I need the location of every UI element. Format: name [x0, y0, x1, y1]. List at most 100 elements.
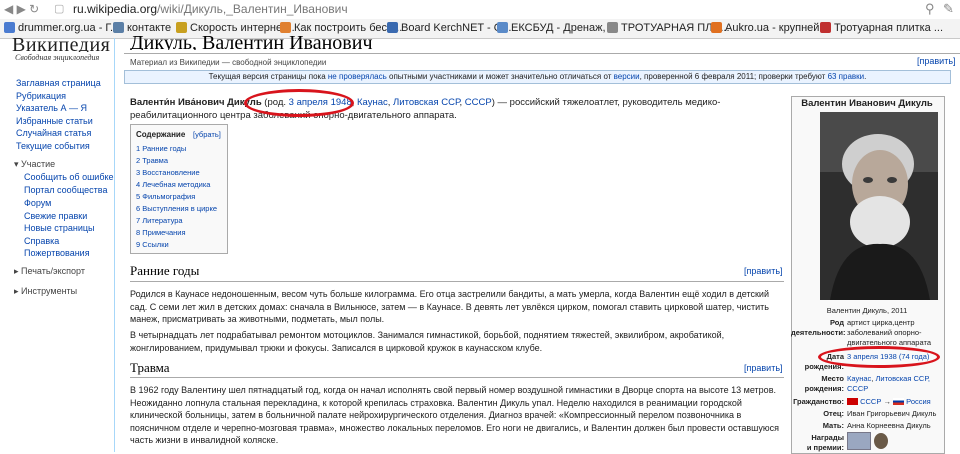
sidebar-item-random[interactable]: Случайная статья — [16, 128, 91, 138]
edit-link[interactable]: [править] — [917, 56, 956, 66]
citizenship-value: СССР → Россия — [847, 397, 931, 406]
sidebar-item-community-portal[interactable]: Портал сообщества — [24, 185, 107, 195]
citizenship-ussr-link[interactable]: СССР — [860, 397, 881, 406]
sidebar-section-tools[interactable]: ▸ Инструменты — [14, 286, 77, 297]
url-text[interactable]: ru.wikipedia.org/wiki/Дикуль,_Валентин_И… — [73, 2, 348, 16]
sidebar-item-help[interactable]: Справка — [24, 236, 59, 246]
sidebar-item-categories[interactable]: Рубрикация — [16, 91, 66, 101]
birthplace-republic-link[interactable]: Литовская ССР, — [875, 374, 930, 383]
awards-label-2: и премии: — [806, 443, 844, 452]
toc-item[interactable]: 8 Примечания — [136, 228, 186, 237]
toc-title: Содержание — [136, 130, 186, 139]
sidebar-item-current-events[interactable]: Текущие события — [16, 141, 90, 151]
occupation-label-2: деятельности: — [791, 328, 846, 337]
section-edit-link[interactable]: [править] — [744, 363, 783, 373]
birthplace-label: Место — [821, 374, 844, 383]
occupation-value: заболеваний опорно- — [847, 328, 922, 337]
section-divider — [130, 377, 784, 378]
ussr-flag-icon — [847, 398, 858, 405]
award-medal-icon[interactable] — [874, 433, 888, 449]
birthplace-label-2: рождения: — [804, 384, 844, 393]
awards-label: Награды — [811, 433, 844, 442]
sidebar-section-participation[interactable]: ▾ Участие — [14, 159, 55, 170]
favicon-icon — [820, 22, 831, 33]
bookmark-item[interactable]: Скорость интернет... — [176, 22, 295, 34]
pending-edits-link[interactable]: 63 правки — [828, 72, 865, 81]
title-divider — [124, 53, 960, 54]
version-link[interactable]: версии — [614, 72, 640, 81]
favicon-icon — [711, 22, 722, 33]
country-link[interactable]: СССР — [465, 97, 492, 108]
sidebar-item-recent-changes[interactable]: Свежие правки — [24, 211, 87, 221]
site-sub: Материал из Википедии — свободной энцикл… — [130, 58, 327, 67]
portrait-photo[interactable] — [820, 112, 938, 300]
favicon-icon — [387, 22, 398, 33]
infobox-title: Валентин Иванович Дикуль — [801, 98, 933, 109]
annotation-ellipse — [244, 89, 354, 117]
search-icon[interactable]: ⚲ — [925, 1, 935, 17]
bookmark-item[interactable]: Board KerchNET - О... — [387, 22, 511, 34]
favicon-icon — [497, 22, 508, 33]
portrait-image — [820, 112, 938, 300]
favicon-icon — [4, 22, 15, 33]
award-ribbon-icon[interactable] — [847, 432, 871, 450]
sidebar-item-new-pages[interactable]: Новые страницы — [24, 223, 95, 233]
sidebar-item-main-page[interactable]: Заглавная страница — [16, 78, 101, 88]
toc-item[interactable]: 5 Фильмография — [136, 192, 195, 201]
mother-label: Мать: — [822, 421, 844, 430]
birthplace-city-link[interactable]: Каунас — [847, 374, 871, 383]
triangle-right-icon: ▸ — [14, 286, 22, 296]
sidebar-item-report-error[interactable]: Сообщить об ошибке — [24, 172, 114, 182]
citizenship-russia-link[interactable]: Россия — [906, 397, 931, 406]
url-path: /wiki/Дикуль,_Валентин_Иванович — [157, 2, 348, 16]
wrench-icon[interactable]: ✎ — [943, 1, 954, 17]
triangle-down-icon: ▾ — [14, 159, 22, 169]
bookmark-item[interactable]: drummer.org.ua - Г... — [4, 22, 119, 34]
toc-item[interactable]: 9 Ссылки — [136, 240, 169, 249]
table-of-contents: Содержание [убрать] 1 Ранние годы 2 Трав… — [130, 124, 228, 254]
citizenship-label: Гражданство: — [793, 397, 844, 406]
back-arrow-icon[interactable]: ◀ ▶ ↻ — [4, 2, 39, 16]
section-heading-trauma: Травма — [130, 360, 170, 375]
republic-link[interactable]: Литовская ССР — [393, 97, 459, 108]
favicon-icon — [176, 22, 187, 33]
section-edit-link[interactable]: [править] — [744, 266, 783, 276]
bookmark-item[interactable]: Aukro.ua - крупней... — [711, 22, 829, 34]
review-notice: Текущая версия страницы пока не проверял… — [124, 70, 951, 84]
browser-address-bar[interactable]: ◀ ▶ ↻ ▢ ru.wikipedia.org/wiki/Дикуль,_Ва… — [0, 0, 960, 20]
sidebar-item-forum[interactable]: Форум — [24, 198, 51, 208]
paragraph: В 1962 году Валентину шел пятнадцатый го… — [130, 385, 780, 445]
toc-hide-link[interactable]: [убрать] — [193, 130, 221, 139]
section-heading-early-years: Ранние годы — [130, 263, 200, 278]
occupation-value: артист цирка,центр — [847, 318, 915, 327]
toc-item[interactable]: 2 Травма — [136, 156, 168, 165]
bookmark-item[interactable]: ЕКСБУД - Дренаж, ... — [497, 22, 618, 34]
toc-item[interactable]: 7 Литература — [136, 216, 183, 225]
russia-flag-icon — [893, 398, 905, 405]
birthplace-country-link[interactable]: СССР — [847, 384, 868, 393]
page-title: Дикуль, Валентин Иванович — [130, 36, 373, 50]
bookmark-item[interactable]: Как построить бесе... — [280, 22, 402, 34]
not-reviewed-link[interactable]: не проверялась — [328, 72, 387, 81]
wikipedia-logo[interactable]: Википедия — [12, 38, 110, 52]
mother-value: Анна Корнеевна Дикуль — [847, 421, 931, 430]
occupation-label: Род — [829, 318, 844, 327]
city-link[interactable]: Каунас — [357, 97, 388, 108]
triangle-right-icon: ▸ — [14, 266, 22, 276]
sidebar-item-featured[interactable]: Избранные статьи — [16, 116, 93, 126]
lead-paragraph: Валенти́н Ива́нович Дику́ль (род. 3 апре… — [130, 97, 721, 121]
sidebar-item-donate[interactable]: Пожертвования — [24, 248, 90, 258]
bookmark-item[interactable]: Тротуарная плитка ... — [820, 22, 943, 34]
subject-name: Валенти́н Ива́нович Дику́ль — [130, 97, 262, 108]
toc-item[interactable]: 6 Выступления в цирке — [136, 204, 217, 213]
toc-item[interactable]: 1 Ранние годы — [136, 144, 186, 153]
bookmark-item[interactable]: контакте — [113, 22, 171, 34]
sidebar-item-index[interactable]: Указатель А — Я — [16, 103, 87, 113]
father-label: Отец: — [823, 409, 844, 418]
url-host: ru.wikipedia.org — [73, 2, 158, 16]
toc-item[interactable]: 3 Восстановление — [136, 168, 200, 177]
toc-item[interactable]: 4 Лечебная методика — [136, 180, 210, 189]
favicon-icon — [280, 22, 291, 33]
section-divider — [130, 281, 784, 282]
sidebar-section-print[interactable]: ▸ Печать/экспорт — [14, 266, 85, 277]
